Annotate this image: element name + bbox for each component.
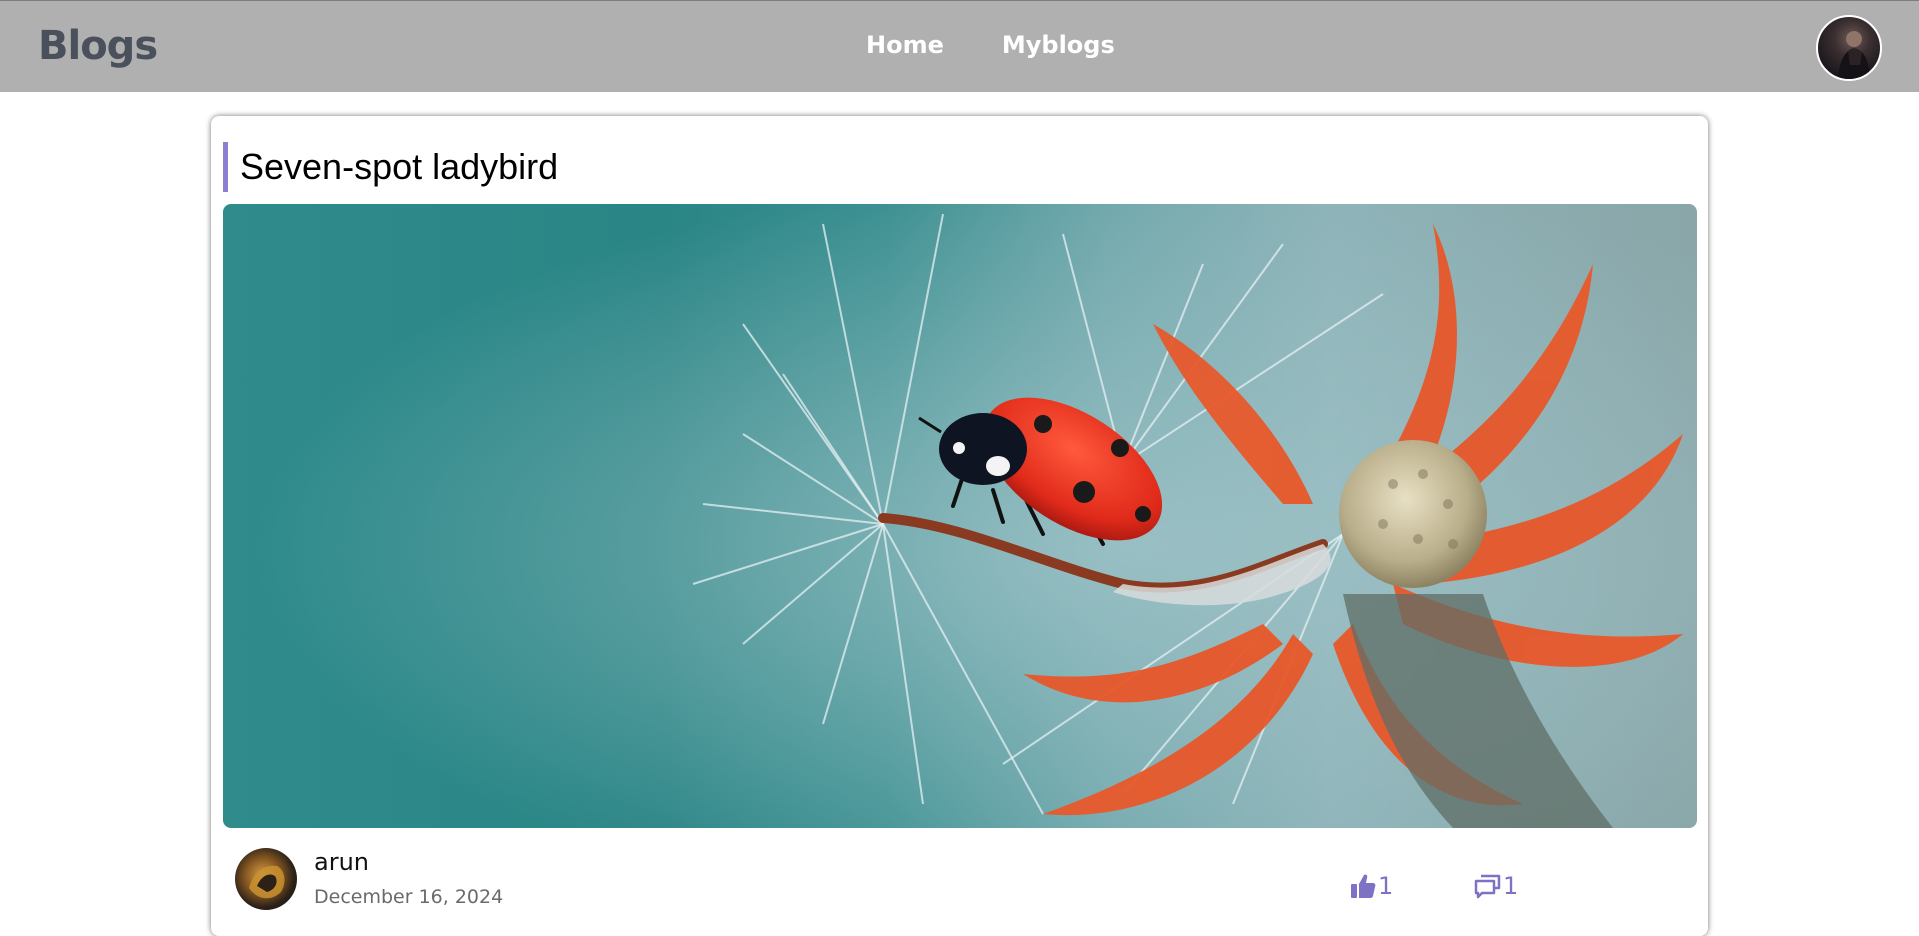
nav-home-link[interactable]: Home [866,31,944,59]
post-title[interactable]: Seven-spot ladybird [223,142,558,192]
nav-links: Home Myblogs [866,31,1115,59]
post-date: December 16, 2024 [314,886,504,908]
user-avatar-icon[interactable] [1816,15,1882,81]
blog-card[interactable]: Seven-spot ladybird arun December 16, 20… [211,116,1708,936]
author-avatar-icon[interactable] [235,848,297,910]
user-avatar-image [1838,31,1870,79]
comment-icon [1474,872,1502,900]
comment-count: 1 [1503,872,1519,900]
like-button[interactable]: 1 [1349,872,1393,900]
like-count: 1 [1378,872,1394,900]
top-navbar: Blogs Home Myblogs [0,0,1919,92]
thumbs-up-icon [1349,872,1377,900]
ladybird-on-dandelion-photo [223,204,1697,828]
comment-button[interactable]: 1 [1474,872,1518,900]
author-name[interactable]: arun [314,848,369,876]
post-image[interactable] [223,204,1697,828]
nav-myblogs-link[interactable]: Myblogs [1002,31,1115,59]
author-avatar-image [249,865,285,899]
brand-logo[interactable]: Blogs [38,23,158,69]
